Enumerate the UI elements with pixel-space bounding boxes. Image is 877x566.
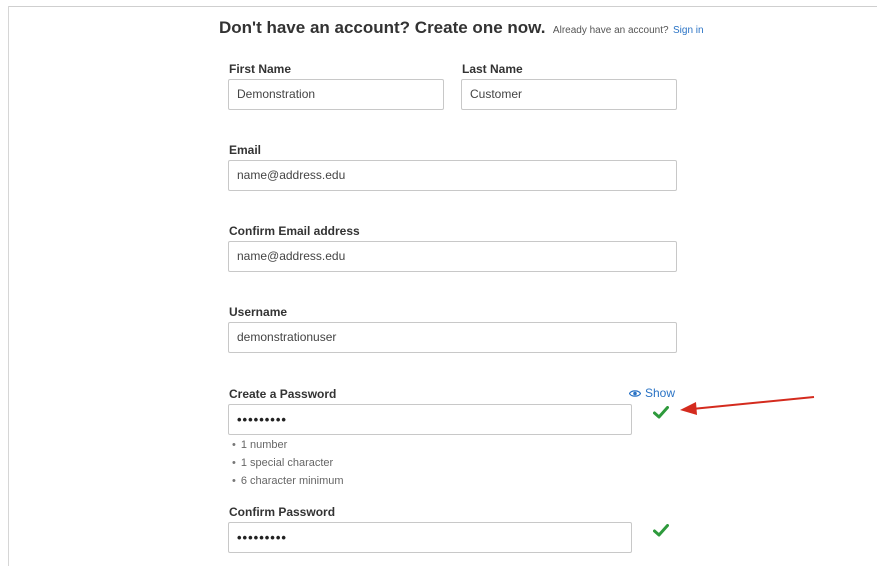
signup-heading: Don't have an account? Create one now. A…	[219, 18, 704, 38]
last-name-label: Last Name	[462, 62, 523, 76]
last-name-input[interactable]: Customer	[461, 79, 677, 110]
show-password-label: Show	[645, 386, 676, 400]
first-name-input[interactable]: Demonstration	[228, 79, 444, 110]
password-rule-special: 1 special character	[232, 454, 344, 472]
first-name-label: First Name	[229, 62, 292, 76]
confirm-password-valid-checkmark-icon	[653, 524, 669, 537]
frame-top-border	[8, 6, 877, 7]
username-label: Username	[229, 305, 288, 319]
password-valid-checkmark-icon	[653, 406, 669, 419]
confirm-password-input[interactable]: •••••••••	[228, 522, 632, 553]
page-title: Don't have an account? Create one now.	[219, 18, 546, 37]
password-requirements-list: 1 number 1 special character 6 character…	[232, 436, 344, 490]
red-arrow-icon	[680, 396, 815, 415]
email-input[interactable]: name@address.edu	[228, 160, 677, 191]
confirm-email-label: Confirm Email address	[229, 224, 360, 238]
confirm-email-input[interactable]: name@address.edu	[228, 241, 677, 272]
password-rule-length: 6 character minimum	[232, 472, 344, 490]
show-password-toggle[interactable]: Show	[629, 386, 675, 400]
email-label: Email	[229, 143, 262, 157]
create-password-label: Create a Password	[229, 387, 337, 401]
eye-icon	[629, 389, 641, 397]
create-password-input[interactable]: •••••••••	[228, 404, 632, 435]
confirm-password-label: Confirm Password	[229, 505, 336, 519]
password-rule-number: 1 number	[232, 436, 344, 454]
frame-left-border	[8, 6, 9, 566]
username-input[interactable]: demonstrationuser	[228, 322, 677, 353]
sign-in-link[interactable]: Sign in	[673, 25, 704, 36]
already-have-account-text: Already have an account?	[552, 25, 669, 36]
